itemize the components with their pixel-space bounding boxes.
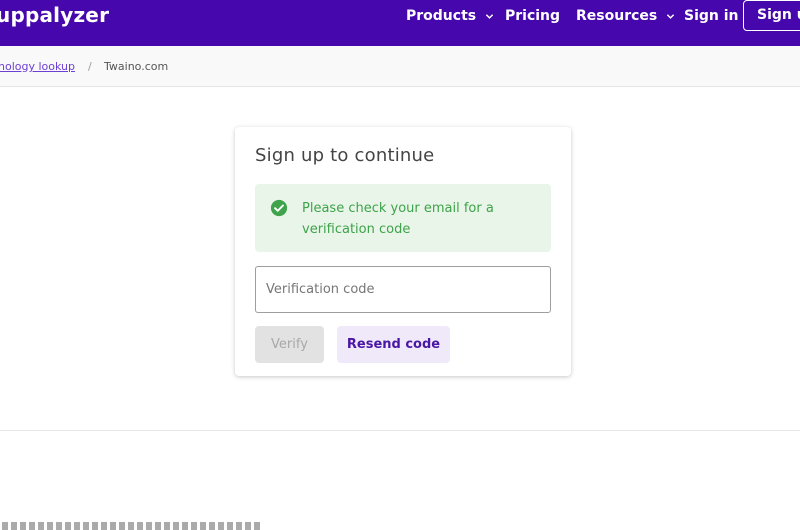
nav-sign-in[interactable]: Sign in — [684, 0, 739, 32]
footer-clipped-text — [0, 522, 800, 530]
breadcrumb: nology lookup / Twaino.com — [0, 46, 800, 87]
clipped-text-line — [2, 522, 262, 530]
verification-code-input[interactable] — [255, 266, 551, 313]
signup-card: Sign up to continue Please check your em… — [235, 127, 571, 376]
nav-products-label: Products — [406, 8, 477, 24]
nav-resources-label: Resources — [576, 8, 658, 24]
top-navigation-bar: uppalyzer Products Pricing Resources Sig… — [0, 0, 800, 46]
breadcrumb-parent-link[interactable]: nology lookup — [0, 60, 75, 73]
nav-pricing-label: Pricing — [505, 8, 561, 24]
nav-pricing[interactable]: Pricing — [505, 0, 560, 32]
logo[interactable]: uppalyzer — [0, 1, 109, 29]
card-title: Sign up to continue — [255, 145, 435, 166]
sign-up-button[interactable]: Sign up — [743, 0, 800, 31]
section-divider — [0, 430, 800, 431]
nav-resources[interactable]: Resources — [576, 0, 675, 32]
breadcrumb-current: Twaino.com — [104, 60, 169, 73]
chevron-down-icon — [667, 13, 675, 19]
nav-products[interactable]: Products — [406, 0, 494, 32]
chevron-down-icon — [485, 13, 494, 19]
verify-button[interactable]: Verify — [255, 326, 324, 363]
nav-sign-in-label: Sign in — [684, 8, 739, 24]
resend-code-button[interactable]: Resend code — [337, 326, 450, 363]
alert-message: Please check your email for a verificati… — [302, 201, 494, 237]
check-circle-icon — [270, 199, 288, 217]
success-alert: Please check your email for a verificati… — [255, 184, 551, 252]
breadcrumb-separator: / — [88, 60, 92, 73]
